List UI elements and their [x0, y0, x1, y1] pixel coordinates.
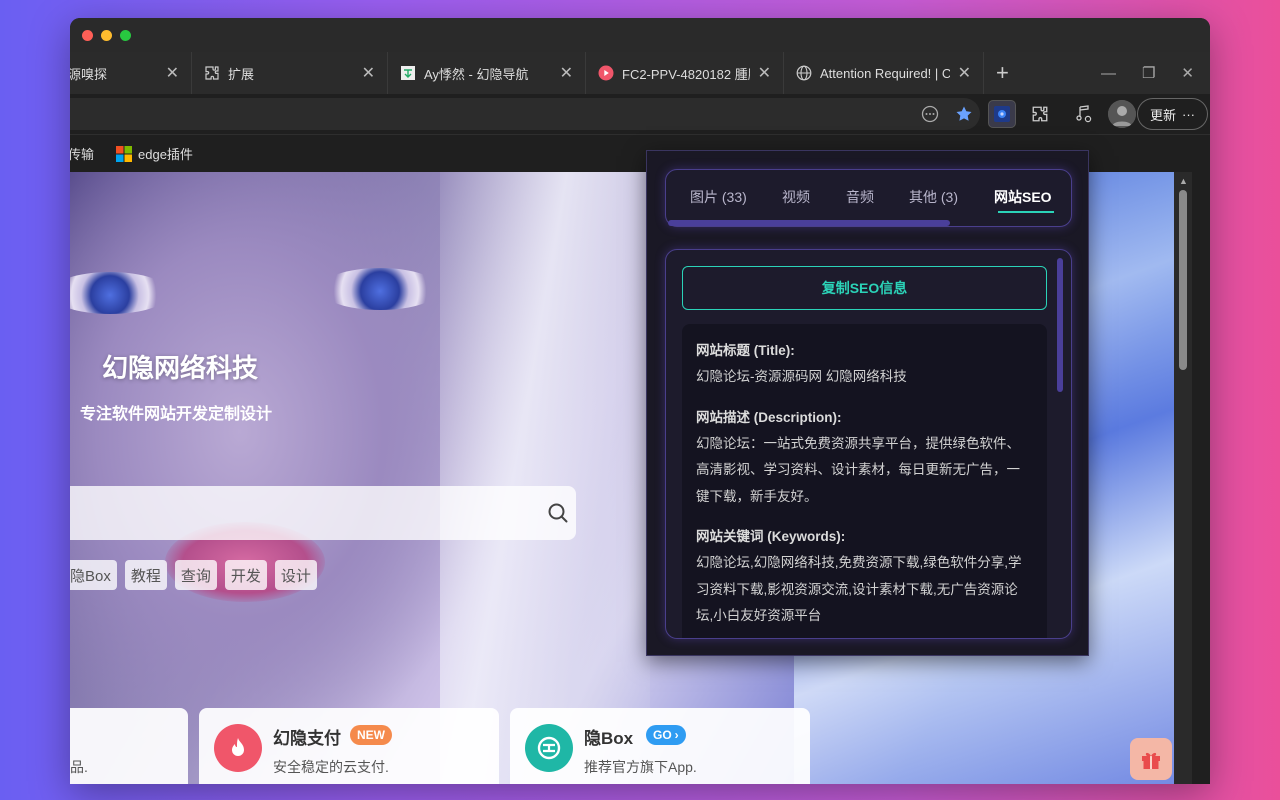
tab-close-icon[interactable]: ✕ [758, 63, 771, 83]
tab-audio[interactable]: 音频 [846, 187, 874, 207]
bookmark-edge-plugins[interactable]: edge插件 [116, 144, 193, 163]
close-icon[interactable]: ✕ [1181, 64, 1194, 82]
flame-icon [214, 724, 262, 772]
feature-card-box[interactable]: 隐Box GO › 推荐官方旗下App. [510, 708, 810, 784]
tab-close-icon[interactable]: ✕ [166, 63, 179, 83]
tab-images[interactable]: 图片 (33) [690, 187, 747, 207]
tab-videos[interactable]: 视频 [782, 187, 810, 207]
window-controls: — ❐ ✕ [1101, 52, 1210, 94]
extensions-icon[interactable] [1026, 100, 1054, 128]
tab-extensions[interactable]: 扩展 ✕ [192, 52, 388, 94]
tab-website-seo[interactable]: 网站SEO [994, 187, 1052, 207]
go-badge: GO › [646, 725, 686, 745]
gift-icon [1142, 752, 1160, 769]
tab-navigation[interactable]: Ay悸然 - 幻隐导航 ✕ [388, 52, 586, 94]
tag-tutorial[interactable]: 教程 [124, 560, 167, 590]
close-window-button[interactable] [82, 30, 93, 41]
tag-list: 隐Box 教程 查询 开发 设计 [70, 560, 317, 590]
update-button[interactable]: 更新 ··· [1136, 98, 1208, 130]
feature-card-payment[interactable]: 幻隐支付 NEW 安全稳定的云支付. [199, 708, 499, 784]
browser-window: 源嗅探 ✕ 扩展 ✕ Ay悸然 - 幻隐导航 ✕ FC2-PPV-4820182… [70, 18, 1210, 784]
tab-attention[interactable]: Attention Required! | Clo... ✕ [784, 52, 984, 94]
feature-cards: 品. 幻隐支付 NEW 安全稳定的云支付. 隐Box GO › 推荐官方旗下Ap… [70, 708, 1192, 784]
tab-sniffer[interactable]: 源嗅探 ✕ [70, 52, 192, 94]
tab-close-icon[interactable]: ✕ [958, 63, 971, 83]
profile-avatar[interactable] [1108, 100, 1136, 128]
restore-icon[interactable]: ❐ [1142, 64, 1155, 82]
tab-close-icon[interactable]: ✕ [362, 63, 375, 83]
tab-other[interactable]: 其他 (3) [909, 187, 958, 207]
seo-keywords-value: 幻隐论坛,幻隐网络科技,免费资源下载,绿色软件分享,学习资料下载,影视资源交流,… [696, 555, 1022, 623]
seo-description-value: 幻隐论坛：一站式免费资源共享平台，提供绿色软件、高清影视、学习资料、设计素材，每… [696, 435, 1020, 504]
media-control-icon[interactable] [1070, 100, 1098, 128]
page-scrollbar[interactable]: ▲ [1174, 172, 1192, 784]
sniffer-extension-icon[interactable] [988, 100, 1016, 128]
toolbar: 更新 ··· [70, 94, 1210, 134]
tab-close-icon[interactable]: ✕ [560, 63, 573, 83]
tab-strip: 源嗅探 ✕ 扩展 ✕ Ay悸然 - 幻隐导航 ✕ FC2-PPV-4820182… [70, 52, 1210, 94]
new-badge: NEW [350, 725, 392, 745]
search-input[interactable] [70, 486, 576, 540]
seo-description-heading: 网站描述 (Description): [696, 409, 842, 425]
seo-keywords-heading: 网站关键词 (Keywords): [696, 529, 846, 544]
illustration-hair [440, 172, 650, 784]
more-icon: ··· [1182, 106, 1195, 122]
title-bar [70, 18, 1210, 52]
seo-info-box: 网站标题 (Title): 幻隐论坛-资源源码网 幻隐网络科技 网站描述 (De… [682, 324, 1047, 638]
scroll-up-icon[interactable]: ▲ [1179, 176, 1188, 186]
hero-title: 幻隐网络科技 [102, 353, 259, 383]
tag-develop[interactable]: 开发 [224, 560, 267, 590]
favorite-star-icon[interactable] [950, 100, 978, 128]
scrollbar-thumb[interactable] [1179, 190, 1187, 370]
seo-panel-scrollbar[interactable] [1057, 258, 1063, 392]
gift-button[interactable] [1130, 738, 1172, 780]
feature-card-partial[interactable]: 品. [70, 708, 188, 784]
reader-options-icon[interactable] [916, 100, 944, 128]
site-favicon [400, 65, 416, 81]
search-icon[interactable] [546, 501, 570, 525]
minimize-window-button[interactable] [101, 30, 112, 41]
seo-title-value: 幻隐论坛-资源源码网 幻隐网络科技 [696, 369, 907, 384]
bookmark-transfer[interactable]: 传输 [70, 144, 94, 163]
new-tab-button[interactable]: + [996, 60, 1009, 86]
globe-icon [796, 65, 812, 81]
box-app-icon [525, 724, 573, 772]
microsoft-logo-icon [116, 145, 133, 162]
seo-panel: 复制SEO信息 网站标题 (Title): 幻隐论坛-资源源码网 幻隐网络科技 … [665, 249, 1072, 639]
hero-subtitle: 专注软件网站开发定制设计 [80, 406, 273, 423]
extension-popup: 图片 (33) 视频 音频 其他 (3) 网站SEO 复制SEO信息 网站标题 … [646, 150, 1089, 656]
tag-design[interactable]: 设计 [274, 560, 317, 590]
tag-box[interactable]: 隐Box [70, 560, 117, 590]
tab-video[interactable]: FC2-PPV-4820182 腫脹... ✕ [586, 52, 784, 94]
illustration-eye-right [320, 268, 440, 310]
video-favicon [598, 65, 614, 81]
popup-tabs: 图片 (33) 视频 音频 其他 (3) 网站SEO [665, 169, 1072, 227]
minimize-icon[interactable]: — [1101, 65, 1116, 82]
copy-seo-button[interactable]: 复制SEO信息 [682, 266, 1047, 310]
puzzle-icon [204, 65, 220, 81]
chevron-right-icon: › [674, 728, 679, 742]
tabs-horizontal-scrollbar[interactable] [668, 220, 950, 226]
maximize-window-button[interactable] [120, 30, 131, 41]
address-bar[interactable] [70, 98, 980, 130]
active-tab-indicator [998, 211, 1054, 213]
seo-title-heading: 网站标题 (Title): [696, 343, 795, 358]
tag-query[interactable]: 查询 [174, 560, 217, 590]
